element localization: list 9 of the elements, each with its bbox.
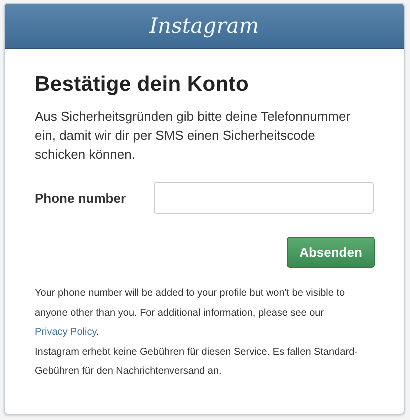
page-title: Bestätige dein Konto	[35, 73, 250, 97]
fees-text: Instagram erhebt keine Gebühren für diesen Service. Es fallen Standard-Gebühren für den Nachrichtenversand an.	[35, 346, 359, 379]
privacy-link[interactable]: Privacy Policy	[35, 327, 96, 338]
logo: Instagram	[150, 14, 260, 38]
submit-button[interactable]: Absenden	[287, 237, 375, 268]
notice-text: Your phone number will be added to your profile but won't be visible to anyone other than you. For additional information, please see our Privacy Policy.	[35, 287, 346, 340]
phone-field[interactable]	[154, 182, 374, 214]
intro-text: Aus Sicherheitsgründen gib bitte deine Telefonnummer ein, damit wir dir per SMS einen Sicherheitscode schicken können.	[35, 108, 352, 164]
field-label: Phone number	[35, 190, 128, 206]
